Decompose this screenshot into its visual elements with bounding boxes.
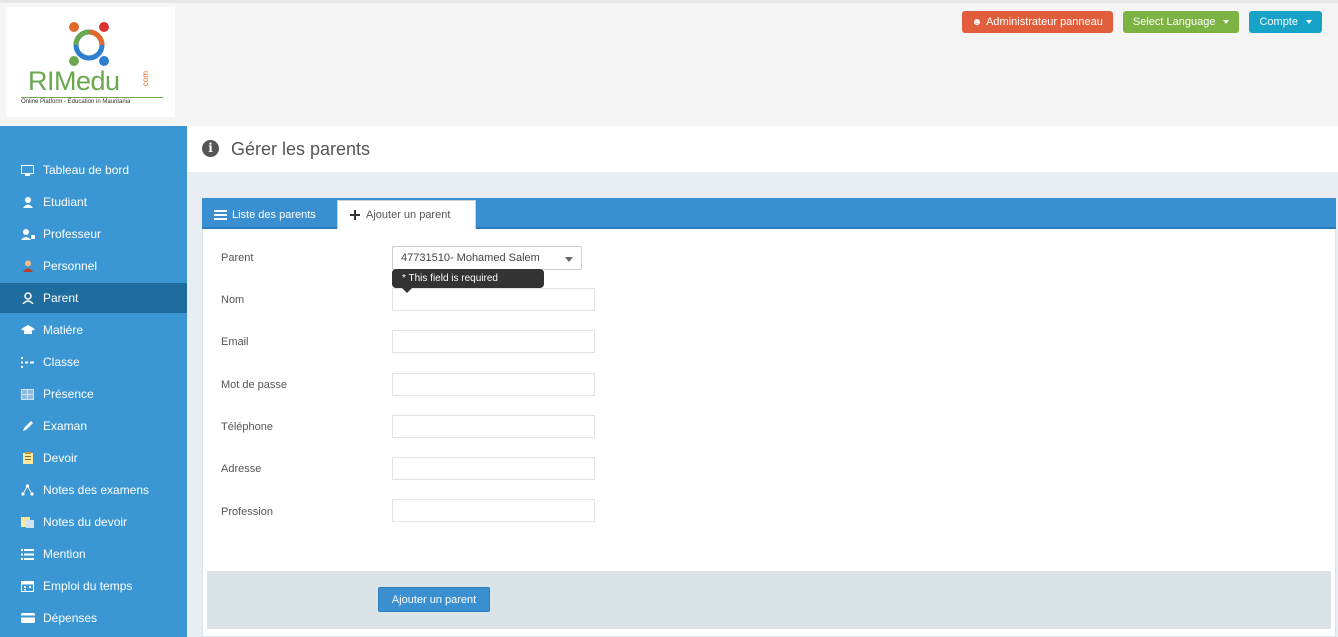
pencil-icon — [20, 420, 35, 433]
form-footer — [207, 571, 1331, 629]
sidebar-item-personnel[interactable]: Personnel — [0, 251, 187, 281]
tab-add-parent[interactable]: Ajouter un parent — [337, 200, 476, 229]
sidebar-item-label: Notes des examens — [43, 483, 150, 497]
password-input[interactable] — [392, 373, 595, 396]
logo-tagline: Online Platform - Education in Mauritani… — [21, 97, 163, 105]
attendance-icon — [20, 388, 35, 401]
page-title: Gérer les parents — [231, 139, 371, 159]
graduation-cap-icon — [20, 324, 35, 337]
add-parent-button[interactable]: Ajouter un parent — [378, 587, 490, 612]
sidebar-item-label: Tableau de bord — [43, 163, 130, 177]
caret-down-icon — [1306, 20, 1312, 24]
address-label: Adresse — [221, 463, 262, 475]
sidebar-item-label: Parent — [43, 291, 79, 305]
notes-icon — [20, 516, 35, 529]
parent-label: Parent — [221, 252, 254, 264]
phone-input[interactable] — [392, 415, 595, 438]
sidebar-item-tableau-de-bord[interactable]: Tableau de bord — [0, 155, 187, 185]
select-language-button[interactable]: Select Language — [1122, 11, 1240, 33]
sidebar-item-label: Notes du devoir — [43, 515, 128, 529]
network-icon — [20, 484, 35, 497]
credit-card-icon — [20, 612, 35, 625]
sidebar-item-presence[interactable]: Présence — [0, 379, 187, 409]
tab-parent-list[interactable]: Liste des parents — [202, 200, 328, 229]
sidebar-item-label: Examan — [43, 419, 88, 433]
sidebar-item-devoir[interactable]: Devoir — [0, 443, 187, 473]
list-icon — [20, 548, 35, 561]
list-icon — [214, 209, 227, 220]
logo-emblem-icon — [69, 22, 109, 66]
admin-panel-label: Administrateur panneau — [986, 16, 1103, 28]
assignment-icon — [20, 452, 35, 465]
sidebar-item-emploi-du-temps[interactable]: Emploi du temps — [0, 571, 187, 601]
profession-label: Profession — [221, 506, 273, 518]
parent-select-value: 47731510- Mohamed Salem — [401, 252, 540, 264]
sidebar-item-classe[interactable]: Classe — [0, 347, 187, 377]
logo[interactable]: RIMedu com Online Platform - Education i… — [6, 7, 175, 117]
tab-parent-list-label: Liste des parents — [232, 208, 316, 221]
password-label: Mot de passe — [221, 379, 288, 391]
sidebar-item-parent[interactable]: Parent — [0, 283, 187, 313]
address-input[interactable] — [392, 457, 595, 480]
calendar-icon — [20, 580, 35, 593]
sidebar-item-mention[interactable]: Mention — [0, 539, 187, 569]
sidebar-item-etudiant[interactable]: Etudiant — [0, 187, 187, 217]
user-icon: ☻ — [971, 16, 983, 28]
sidebar-item-label: Professeur — [43, 227, 102, 241]
logo-brand-suffix: com — [141, 71, 150, 87]
account-button[interactable]: Compte — [1249, 11, 1322, 33]
sidebar-item-examan[interactable]: Examan — [0, 411, 187, 441]
select-language-label: Select Language — [1132, 16, 1216, 28]
sidebar-item-matiere[interactable]: Matiére — [0, 315, 187, 345]
sidebar-item-professeur[interactable]: Professeur — [0, 219, 187, 249]
info-icon: i — [202, 140, 219, 157]
logo-brand-name: RIMedu — [28, 66, 120, 96]
sidebar-item-label: Personnel — [43, 259, 98, 273]
teacher-icon — [20, 228, 35, 241]
student-icon — [20, 196, 35, 209]
chevron-down-icon — [565, 257, 573, 262]
sidebar-item-label: Etudiant — [43, 195, 88, 209]
phone-label: Téléphone — [221, 421, 273, 433]
admin-panel-button[interactable]: ☻ Administrateur panneau — [961, 11, 1113, 33]
sidebar-item-label: Mention — [43, 547, 86, 561]
monitor-icon — [20, 164, 35, 177]
top-toolbar: ☻ Administrateur panneau Select Language… — [961, 11, 1322, 33]
parent-icon — [20, 292, 35, 305]
sidebar-item-label: Classe — [43, 355, 80, 369]
sidebar-item-label: Dépenses — [43, 611, 98, 625]
validation-tooltip: * This field is required — [392, 269, 544, 293]
email-input[interactable] — [392, 330, 595, 353]
parent-select[interactable]: 47731510- Mohamed Salem — [392, 246, 582, 270]
sidebar-item-notes-du-devoir[interactable]: Notes du devoir — [0, 507, 187, 537]
tab-add-parent-label: Ajouter un parent — [366, 209, 451, 221]
sidebar-item-label: Matiére — [43, 323, 84, 337]
validation-tooltip-text: * This field is required — [402, 273, 498, 284]
staff-icon — [20, 260, 35, 273]
sidebar-item-label: Emploi du temps — [43, 579, 133, 593]
name-input[interactable] — [392, 288, 595, 311]
email-label: Email — [221, 336, 249, 348]
sidebar-item-label: Devoir — [43, 451, 78, 465]
caret-down-icon — [1223, 20, 1230, 24]
page-header: i Gérer les parents — [187, 126, 1338, 172]
class-icon — [20, 356, 35, 369]
tooltip-arrow — [402, 288, 412, 293]
name-label: Nom — [221, 294, 245, 306]
sidebar-item-label: Présence — [43, 387, 94, 401]
top-border — [0, 0, 1338, 3]
profession-input[interactable] — [392, 499, 595, 522]
sidebar-item-depenses[interactable]: Dépenses — [0, 603, 187, 633]
plus-icon — [350, 210, 360, 220]
account-label: Compte — [1259, 16, 1298, 28]
sidebar-item-notes-des-examens[interactable]: Notes des examens — [0, 475, 187, 505]
